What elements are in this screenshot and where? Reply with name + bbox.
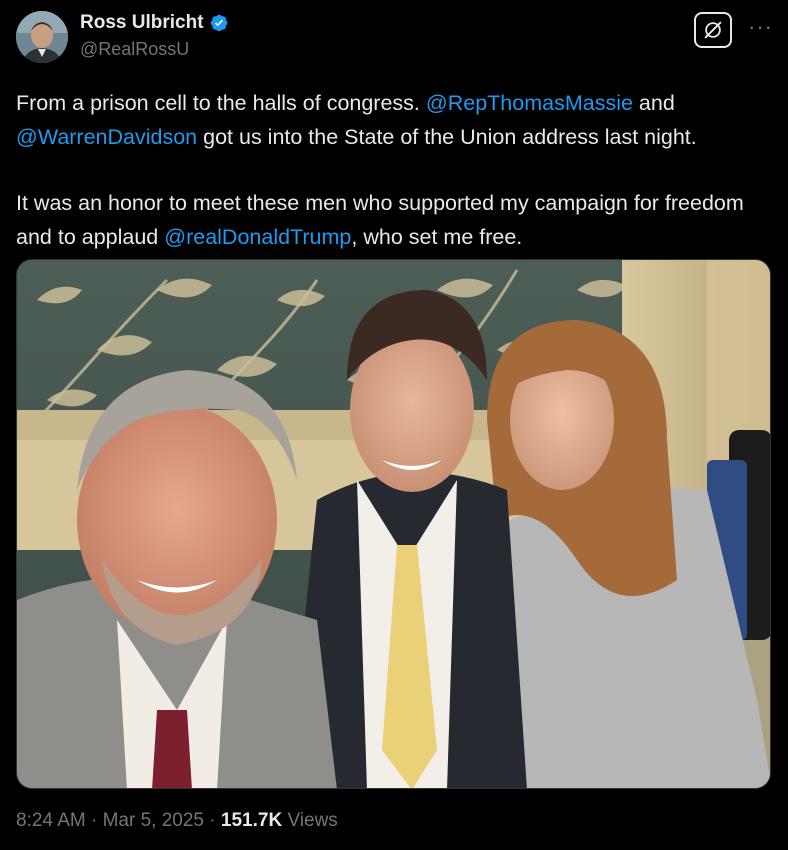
tweet-photo[interactable] bbox=[16, 259, 771, 789]
avatar[interactable] bbox=[16, 11, 68, 63]
tweet-paragraph-2: It was an honor to meet these men who su… bbox=[16, 186, 776, 254]
author-handle[interactable]: @RealRossU bbox=[80, 39, 189, 60]
grok-button[interactable] bbox=[694, 12, 732, 48]
views-label: Views bbox=[282, 810, 338, 831]
author-name-row[interactable]: Ross Ulbricht bbox=[80, 12, 229, 34]
text-span: From a prison cell to the halls of congr… bbox=[16, 91, 426, 115]
text-span: got us into the State of the Union addre… bbox=[197, 125, 697, 149]
tweet-meta: 8:24 AM · Mar 5, 2025 · 151.7K Views bbox=[16, 810, 338, 832]
mention-link-warrendavidson[interactable]: @WarrenDavidson bbox=[16, 125, 197, 149]
mention-link-realdonaldtrump[interactable]: @realDonaldTrump bbox=[164, 225, 351, 249]
more-icon[interactable]: ··· bbox=[748, 14, 773, 40]
separator: · bbox=[204, 810, 221, 831]
photo-image bbox=[17, 260, 770, 788]
grok-icon bbox=[704, 21, 722, 39]
author-name[interactable]: Ross Ulbricht bbox=[80, 12, 204, 34]
tweet-text: From a prison cell to the halls of congr… bbox=[16, 86, 776, 254]
tweet-time[interactable]: 8:24 AM bbox=[16, 810, 86, 831]
avatar-image bbox=[16, 11, 68, 63]
tweet-date[interactable]: Mar 5, 2025 bbox=[103, 810, 204, 831]
text-span: , who set me free. bbox=[351, 225, 523, 249]
text-span: and bbox=[632, 91, 675, 115]
separator: · bbox=[85, 810, 103, 831]
tweet-paragraph-1: From a prison cell to the halls of congr… bbox=[16, 86, 776, 154]
verified-badge-icon bbox=[210, 14, 228, 32]
mention-link-repthomasmassie[interactable]: @RepThomasMassie bbox=[426, 91, 633, 115]
views-count: 151.7K bbox=[220, 810, 283, 831]
